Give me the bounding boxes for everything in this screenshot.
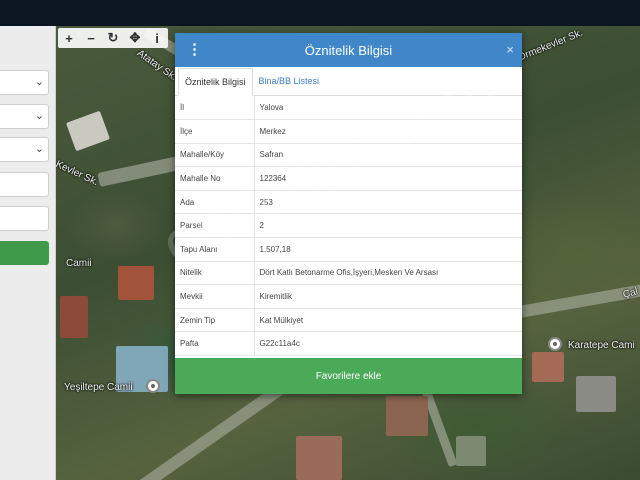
street-label: Kevler Sk. bbox=[56, 158, 100, 189]
street-label: Çal bbox=[621, 286, 640, 301]
table-row: Zemin Tip Kat Mülkiyet bbox=[175, 308, 522, 333]
attribute-value: 1.507,18 bbox=[254, 237, 522, 262]
attribute-key: İl bbox=[175, 96, 255, 121]
attribute-key: Pafta bbox=[175, 331, 255, 357]
province-select[interactable]: ⌄ bbox=[0, 70, 49, 95]
top-navbar bbox=[0, 0, 640, 26]
building bbox=[296, 436, 342, 480]
info-icon[interactable]: i bbox=[146, 28, 168, 48]
poi-label: Yeşiltepe Camii bbox=[64, 382, 133, 393]
parcel-input[interactable] bbox=[0, 206, 49, 231]
map-toolbar: + − ↻ ✥ i bbox=[58, 28, 168, 48]
neighborhood-select[interactable]: ⌄ bbox=[0, 137, 49, 162]
attribute-value: Kiremitlik bbox=[254, 284, 522, 309]
chevron-down-icon: ⌄ bbox=[34, 143, 44, 155]
attribute-value: Dört Katlı Betonarme Ofis,İşyeri,Mesken … bbox=[254, 261, 522, 286]
zoom-in-icon[interactable]: + bbox=[58, 28, 80, 48]
attribute-key: Zemin Tip bbox=[175, 308, 255, 333]
attribute-key: Mahalle/Köy bbox=[175, 143, 255, 168]
table-row: Nitelik Dört Katlı Betonarme Ofis,İşyeri,… bbox=[175, 261, 522, 286]
zoom-out-icon[interactable]: − bbox=[80, 28, 102, 48]
building bbox=[118, 266, 154, 300]
kebab-menu-icon[interactable]: ⋮ bbox=[187, 42, 202, 57]
left-sidebar: ⌄ ⌄ ⌄ bbox=[0, 26, 56, 480]
attribute-key: Mevkii bbox=[175, 284, 255, 309]
building bbox=[60, 296, 88, 338]
table-row: Mevkii Kiremitlik bbox=[175, 284, 522, 309]
attribute-value: Kat Mülkiyet bbox=[254, 308, 522, 333]
building bbox=[456, 436, 486, 466]
building bbox=[65, 110, 111, 152]
chevron-down-icon: ⌄ bbox=[34, 110, 44, 122]
building bbox=[532, 352, 564, 382]
chevron-down-icon: ⌄ bbox=[34, 76, 44, 88]
poi-label: Karatepe Cami bbox=[568, 340, 635, 351]
tab-building-list[interactable]: Bina/BB Listesi bbox=[253, 67, 326, 95]
table-row: Pafta G22c11a4c bbox=[175, 331, 522, 357]
attribute-value: G22c11a4c bbox=[254, 331, 522, 357]
refresh-icon[interactable]: ↻ bbox=[102, 28, 124, 48]
modal-title: Öznitelik Bilgisi bbox=[304, 42, 393, 58]
query-button[interactable] bbox=[0, 241, 49, 265]
tab-attribute-info[interactable]: Öznitelik Bilgisi bbox=[178, 68, 253, 96]
poi-label: Camii bbox=[66, 258, 92, 269]
close-icon[interactable]: × bbox=[506, 42, 514, 57]
district-select[interactable]: ⌄ bbox=[0, 104, 49, 129]
locate-icon[interactable]: ✥ bbox=[124, 28, 146, 48]
attribute-key: İlçe bbox=[175, 119, 255, 144]
building bbox=[576, 376, 616, 412]
mosque-pin-icon[interactable] bbox=[146, 379, 160, 393]
add-favorite-button[interactable]: Favorilere ekle bbox=[175, 358, 522, 394]
mosque-pin-icon[interactable] bbox=[548, 337, 562, 351]
building bbox=[386, 396, 428, 436]
block-input[interactable] bbox=[0, 172, 49, 197]
street-label: Ormekevler Sk. bbox=[516, 27, 585, 64]
